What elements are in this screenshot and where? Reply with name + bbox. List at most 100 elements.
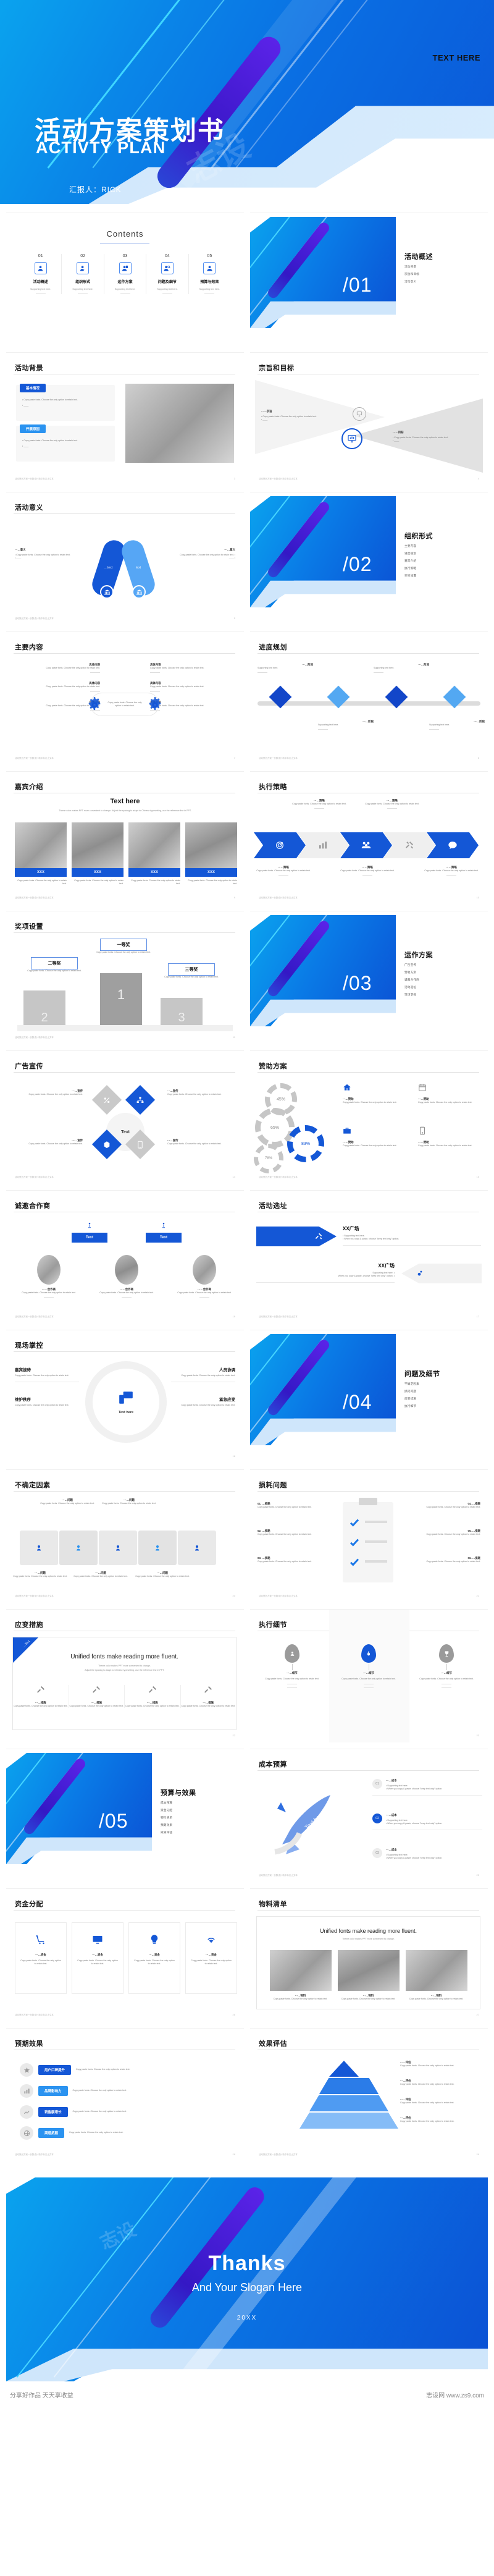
slide-section-01[interactable]: /01 活动概述 活动背景 宗旨和目标 活动意义 (250, 213, 488, 346)
detail-item-1: ···…细节 Copy paste fonts. Choose the only… (255, 1644, 329, 1691)
section-number: /05 (99, 1810, 128, 1832)
slide-venue[interactable]: 活动选址 XX广场 • Supporting text here. • When… (250, 1190, 488, 1324)
control-quad-2: 人员协调 Copy paste fonts. Choose the only o… (171, 1366, 235, 1383)
guest-caption: XXX (185, 868, 237, 877)
slide-purpose-goals[interactable]: 宗旨和目标 ···…宗旨 • Copy paste fonts. Choose … (250, 352, 488, 486)
material-card[interactable]: ···…物料 Copy paste fonts. Choose the only… (405, 1950, 467, 2001)
stage-label: …阶段 (304, 663, 313, 666)
slide-footer-note: 活动策划方案一页数设计新中标志止文本 (259, 2153, 298, 2156)
section-item: 赞助方案 (404, 971, 417, 974)
contents-item-number: 02 (80, 254, 85, 258)
slide-cost-budget[interactable]: 成本预算 Text here 01 ···…成本 • Supporting te… (250, 1749, 488, 1882)
slide-advertising[interactable]: 广告宣传 Text ···…宣传 Copy paste fonts. Choos… (6, 1050, 244, 1184)
slide-onsite-control[interactable]: 现场掌控 Text here 嘉宾接待 Copy paste fonts. Ch… (6, 1330, 244, 1463)
slide-main-content[interactable]: 主要内容 具体内容 Copy paste fonts. Choose the o… (6, 631, 244, 765)
slide-page-number: 17 (476, 1315, 479, 1318)
control-quad-3: 维护秩序 Copy paste fonts. Choose the only o… (15, 1398, 69, 1406)
uncertainty-bottom-2: ···…问题 Copy paste fonts. Choose the only… (73, 1571, 128, 1577)
guest-card[interactable]: XXX Copy paste fonts. Choose the only op… (15, 822, 67, 886)
slide-schedule-plan[interactable]: 进度规划 ···…阶段 Supporting text here. ···…阶段… (250, 631, 488, 765)
slide-partners[interactable]: 诚邀合作商 Text Text ···…合作商 Copy paste fonts… (6, 1190, 244, 1324)
cost-badge: 03 (372, 1848, 382, 1858)
control-quad-4: 紧急应变 Copy paste fonts. Choose the only o… (181, 1398, 235, 1406)
slide-section-02[interactable]: /02 组织形式 主要内容 进度规划 嘉宾介绍 执行策略 奖项设置 (250, 492, 488, 625)
slide-awards[interactable]: 奖项设置 一等奖 Copy paste fonts. Choose the on… (6, 911, 244, 1044)
slide-uncertainty[interactable]: 不确定因素 ···…问题 Copy paste fonts. Choose th… (6, 1469, 244, 1603)
significance-right: ···…意义 Copy paste fonts. Choose the only… (180, 548, 235, 560)
loss-right-3: 06. …损耗 Copy paste fonts. Choose the onl… (426, 1556, 480, 1563)
slide-execution-detail[interactable]: 执行细节 ···…细节 Copy paste fonts. Choose the… (250, 1609, 488, 1742)
thanks-year: 20XX (237, 2315, 257, 2321)
center-text: Copy paste fonts. Choose the only option… (107, 701, 142, 707)
slide-loss-issues[interactable]: 损耗问题 01. …损耗 Copy paste fonts. Choose th… (250, 1469, 488, 1603)
slide-section-03[interactable]: /03 运作方案 广告宣传 赞助方案 诚邀合作商 活动选址 现场掌控 (250, 911, 488, 1044)
briefcase-icon (343, 1128, 351, 1134)
slide-section-04[interactable]: /04 问题及细节 不确定因素 损耗问题 应变措施 执行细节 (250, 1330, 488, 1463)
slide-page-number: 18 (232, 1455, 235, 1458)
section-item: 损耗问题 (404, 1390, 417, 1393)
bank-icon-2 (132, 585, 146, 599)
slide-sponsorship[interactable]: 赞助方案 45% 65% 83% 78% ···…赞助 Copy paste f… (250, 1050, 488, 1184)
contents-item-04[interactable]: 04 问题及细节 Supporting text here. (146, 254, 189, 294)
section-item: 进度规划 (404, 552, 417, 555)
guest-card[interactable]: XXX Copy paste fonts. Choose the only op… (185, 822, 237, 886)
slide-materials-list[interactable]: 物料清单 Unified fonts make reading more flu… (250, 1888, 488, 2022)
slide-contents[interactable]: Contents 01 活动概述 Supporting text here. 0… (6, 213, 244, 346)
section-info: 组织形式 主要内容 进度规划 嘉宾介绍 执行策略 奖项设置 (404, 531, 482, 578)
slide-footer-note: 活动策划方案一页数设计新中标志止文本 (15, 478, 54, 480)
contents-item-01[interactable]: 01 活动概述 Supporting text here. (20, 254, 62, 294)
devices-icon (119, 1391, 133, 1404)
strategy-top-1: ···…策略 Copy paste fonts. Choose the only… (288, 799, 350, 811)
lightbulb-icon (151, 1935, 158, 1944)
footer-site: 志设网 www.zs9.com (426, 2392, 484, 2399)
slide-title: 预期效果 (15, 2040, 43, 2048)
section-number: /02 (343, 553, 372, 575)
material-card[interactable]: ···…物料 Copy paste fonts. Choose the only… (337, 1950, 400, 2001)
stage-block-1: ···…阶段 Supporting text here. (257, 663, 313, 674)
hero-author: 汇报人：RICK (69, 185, 122, 194)
fund-card[interactable]: ···…资金 Copy paste fonts. Choose the only… (72, 1922, 124, 1994)
fund-card[interactable]: ···…资金 Copy paste fonts. Choose the only… (185, 1922, 237, 1994)
slide-title: 效果评估 (259, 2040, 287, 2048)
contents-item-02[interactable]: 02 组织形式 Supporting text here. (62, 254, 104, 294)
photo-placeholder (125, 384, 234, 463)
puzzle-piece (178, 1531, 216, 1565)
guest-card[interactable]: XXX Copy paste fonts. Choose the only op… (72, 822, 124, 886)
slide-footer-note: 活动策划方案一页数设计新中标志止文本 (259, 478, 298, 480)
slide-guest-intro[interactable]: 嘉宾介绍 Text here Theme color makes PPT mor… (6, 771, 244, 905)
slide-title: 损耗问题 (259, 1482, 287, 1489)
partner-card[interactable]: ···…合作商 Copy paste fonts. Choose the onl… (15, 1255, 83, 1300)
cost-item-3: 03 ···…成本 • Supporting text here. • When… (372, 1848, 482, 1860)
fund-card[interactable]: ···…资金 Copy paste fonts. Choose the only… (128, 1922, 180, 1994)
slide-section-05[interactable]: /05 预算与效果 成本预算 资金分配 物料清单 预期效果 效果评估 (6, 1749, 244, 1882)
strategy-bottom-1: ···…策略 Copy paste fonts. Choose the only… (254, 866, 313, 878)
loss-right-1: 04. …损耗 Copy paste fonts. Choose the onl… (426, 1502, 480, 1508)
guest-card[interactable]: XXX Copy paste fonts. Choose the only op… (128, 822, 180, 886)
slide-fund-allocation[interactable]: 资金分配 ···…资金 Copy paste fonts. Choose the… (6, 1888, 244, 2022)
venue-arrow-2 (401, 1264, 482, 1283)
slide-effect-evaluation[interactable]: 效果评估 ···…评估 Copy paste fonts. Choose the… (250, 2028, 488, 2161)
slide-activity-significance[interactable]: 活动意义 ···…意义 • Copy paste fonts. Choose t… (6, 492, 244, 625)
slide-footer-note: 活动策划方案一页数设计新中标志止文本 (259, 1595, 298, 1597)
partner-card[interactable]: ···…合作商 Copy paste fonts. Choose the onl… (93, 1255, 161, 1300)
partner-card[interactable]: ···…合作商 Copy paste fonts. Choose the onl… (170, 1255, 238, 1300)
section-info: 运作方案 广告宣传 赞助方案 诚邀合作商 活动选址 现场掌控 (404, 950, 482, 997)
section-item: 活动意义 (404, 280, 417, 283)
section-number: /03 (343, 972, 372, 994)
section-item: 宗旨和目标 (404, 272, 419, 276)
slide-expected-results[interactable]: 预期效果 用户口碑提升 Copy paste fonts. Choose the… (6, 2028, 244, 2161)
slide-execution-strategy[interactable]: 执行策略 ···…策略 Copy paste fonts. Choose the… (250, 771, 488, 905)
slide-page-number: 16 (232, 1315, 235, 1318)
material-card[interactable]: ···…物料 Copy paste fonts. Choose the only… (269, 1950, 332, 2001)
slide-activity-background[interactable]: 活动背景 基本情况 • Copy paste fonts. Choose the… (6, 352, 244, 486)
contents-item-number: 05 (207, 254, 212, 258)
contents-item-03[interactable]: 03 运作方案 Supporting text here. (104, 254, 147, 294)
slide-contingency[interactable]: 应变措施 …Text Unified fonts make reading mo… (6, 1609, 244, 1742)
podium-3: 3 (161, 998, 203, 1025)
fund-card[interactable]: ···…资金 Copy paste fonts. Choose the only… (15, 1922, 67, 1994)
flame-drop-icon (361, 1644, 376, 1663)
thanks-closing-slide: 志设 Thanks And Your Slogan Here 20XX (6, 2177, 488, 2381)
slide-footer-note: 活动策划方案一页数设计新中标志止文本 (259, 1315, 298, 1318)
contents-item-05[interactable]: 05 预算与效果 Supporting text here. (189, 254, 230, 294)
stage-label: …阶段 (421, 663, 429, 666)
